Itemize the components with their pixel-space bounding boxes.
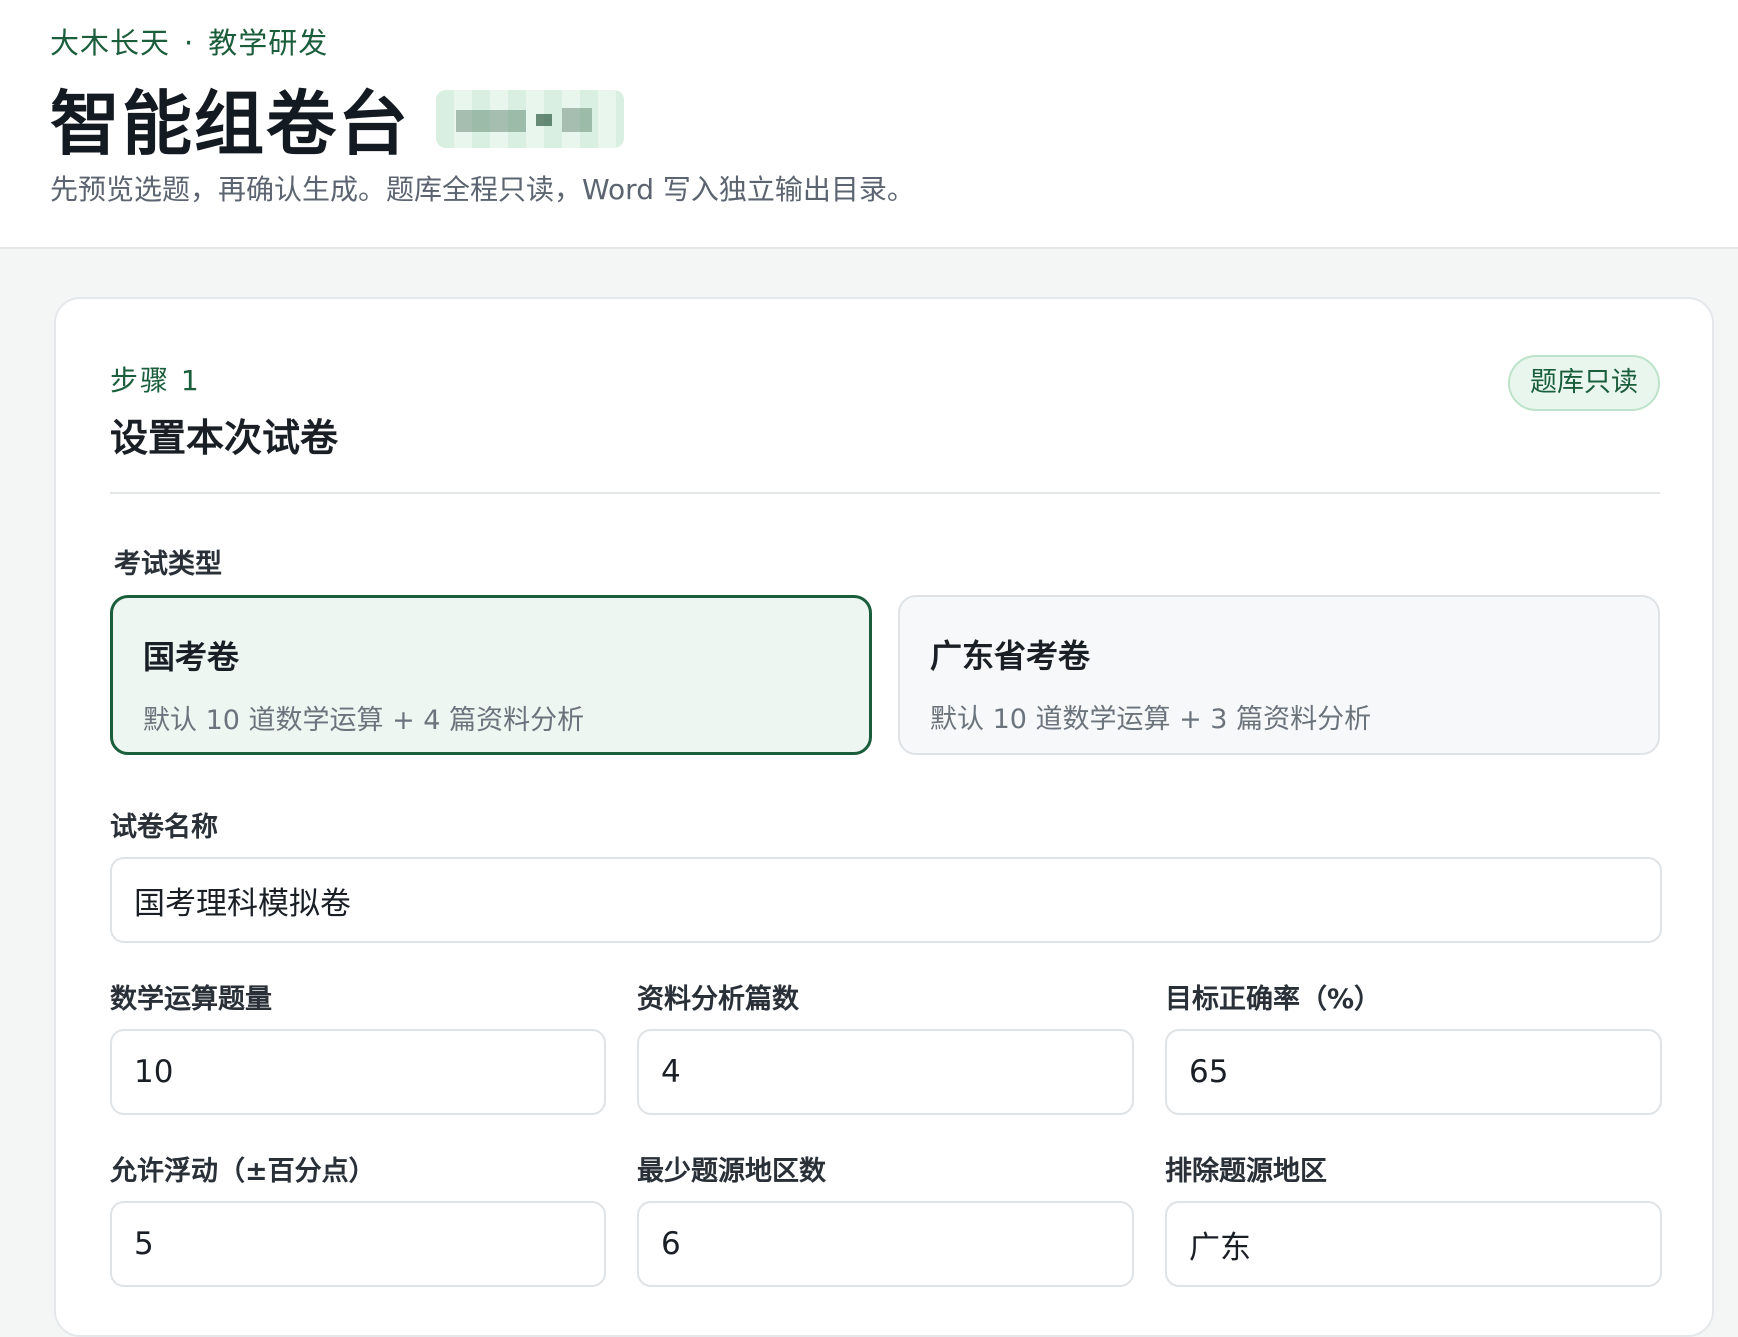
app-header: 大木长天 · 教学研发 智能组卷台 先预览选题，再确认生成。题库全程只读，Word … <box>0 0 1738 249</box>
exam-type-label: 考试类型 <box>114 549 222 580</box>
exam-option-national[interactable]: 国考卷 默认 10 道数学运算 + 4 篇资料分析 <box>110 595 872 755</box>
version-badge-redacted <box>436 89 624 148</box>
paper-name-input[interactable]: 国考理科模拟卷 <box>110 857 1662 943</box>
org-name: 大木长天 <box>50 26 171 60</box>
exam-option-guangdong[interactable]: 广东省考卷 默认 10 道数学运算 + 3 篇资料分析 <box>898 595 1660 755</box>
paper-name-label: 试卷名称 <box>110 812 218 843</box>
exam-option-title: 国考卷 <box>143 638 240 676</box>
step-label: 步骤 1 <box>110 364 201 397</box>
dept-name: 教学研发 <box>208 26 329 60</box>
page-title: 智能组卷台 <box>50 83 410 165</box>
exam-option-desc: 默认 10 道数学运算 + 3 篇资料分析 <box>930 704 1372 735</box>
math-count-input[interactable]: 10 <box>110 1029 606 1115</box>
exam-option-desc: 默认 10 道数学运算 + 4 篇资料分析 <box>143 705 585 736</box>
page-subtitle: 先预览选题，再确认生成。题库全程只读，Word 写入独立输出目录。 <box>50 173 915 206</box>
target-accuracy-label: 目标正确率（%） <box>1165 984 1382 1015</box>
org-breadcrumb: 大木长天 · 教学研发 <box>50 20 328 62</box>
min-regions-label: 最少题源地区数 <box>637 1156 826 1187</box>
divider <box>110 492 1660 494</box>
step-card: 步骤 1 设置本次试卷 题库只读 考试类型 国考卷 默认 10 道数学运算 + … <box>54 297 1714 1337</box>
tolerance-label: 允许浮动（±百分点） <box>110 1156 376 1187</box>
data-analysis-count-label: 资料分析篇数 <box>637 984 799 1015</box>
exam-option-title: 广东省考卷 <box>930 637 1091 675</box>
math-count-label: 数学运算题量 <box>110 984 272 1015</box>
min-regions-input[interactable]: 6 <box>637 1201 1134 1287</box>
readonly-badge: 题库只读 <box>1508 355 1660 411</box>
section-title: 设置本次试卷 <box>110 416 339 460</box>
breadcrumb-separator: · <box>184 26 195 60</box>
tolerance-input[interactable]: 5 <box>110 1201 606 1287</box>
exclude-regions-label: 排除题源地区 <box>1165 1156 1327 1187</box>
exclude-regions-input[interactable]: 广东 <box>1165 1201 1662 1287</box>
target-accuracy-input[interactable]: 65 <box>1165 1029 1662 1115</box>
data-analysis-count-input[interactable]: 4 <box>637 1029 1134 1115</box>
